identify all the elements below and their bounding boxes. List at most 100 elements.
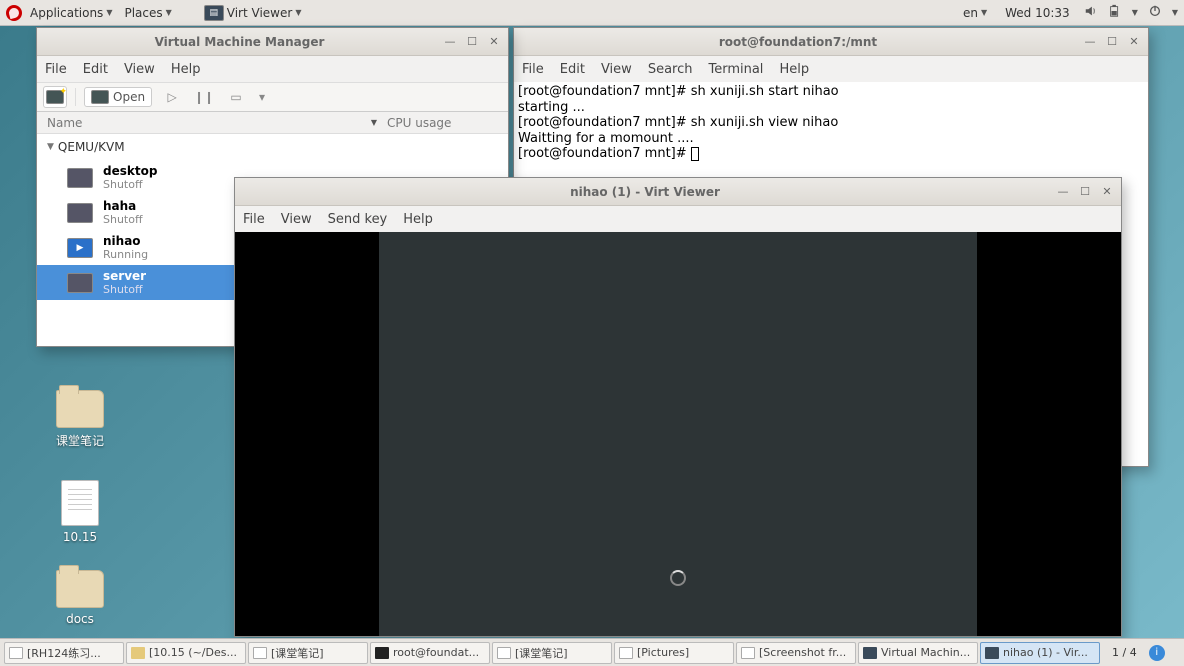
places-label: Places [124,6,162,20]
task-label: [Pictures] [637,646,689,659]
distro-icon [6,5,22,21]
pause-button[interactable]: ❙❙ [192,86,216,108]
menu-search[interactable]: Search [648,62,693,77]
viewer-menubar: File View Send key Help [235,206,1121,232]
menu-view[interactable]: View [601,62,632,77]
vm-name: haha [103,199,143,213]
task-label: [RH124练习... [27,645,101,661]
desktop-file-1015[interactable]: 10.15 [40,480,120,544]
terminal-line: [root@foundation7 mnt]# sh xuniji.sh sta… [518,84,839,99]
notification-icon[interactable]: i [1149,645,1165,661]
desktop-folder-docs[interactable]: docs [40,570,120,626]
sort-icon[interactable]: ▼ [371,118,377,127]
file-icon [61,480,99,526]
menu-edit[interactable]: Edit [560,62,585,77]
task-screenshot[interactable]: [Screenshot fr... [736,642,856,664]
task-terminal[interactable]: root@foundat... [370,642,490,664]
column-cpu[interactable]: CPU usage [387,116,498,130]
vm-icon [67,168,93,188]
connection-group[interactable]: ▼ QEMU/KVM [37,134,508,160]
minimize-button[interactable]: — [442,34,458,50]
connection-label: QEMU/KVM [58,140,125,154]
active-app-menu[interactable]: ▤ Virt Viewer ▼ [200,3,306,23]
task-virt-viewer[interactable]: nihao (1) - Vir... [980,642,1100,664]
vmm-icon [863,647,877,659]
chevron-down-icon[interactable]: ▼ [1132,8,1138,17]
new-vm-button[interactable] [43,86,67,108]
monitor-new-icon [46,90,64,104]
desktop-icon-label: 课堂笔记 [40,432,120,449]
menu-terminal[interactable]: Terminal [708,62,763,77]
task-rh124[interactable]: [RH124练习... [4,642,124,664]
desktop-folder-notes[interactable]: 课堂笔记 [40,390,120,449]
language-indicator[interactable]: en ▼ [959,4,991,22]
menu-view[interactable]: View [281,212,312,227]
minimize-button[interactable]: — [1082,34,1098,50]
places-menu[interactable]: Places ▼ [120,4,175,22]
virt-viewer-app-icon: ▤ [204,5,224,21]
vm-name: desktop [103,164,157,178]
vm-status: Shutoff [103,283,146,296]
minimize-button[interactable]: — [1055,184,1071,200]
vmm-column-headers: Name ▼ CPU usage [37,112,508,134]
doc-icon [619,647,633,659]
viewer-title: nihao (1) - Virt Viewer [241,185,1049,199]
workspace-indicator[interactable]: 1 / 4 [1106,646,1143,659]
task-pictures[interactable]: [Pictures] [614,642,734,664]
task-label: [Screenshot fr... [759,646,846,659]
vmm-titlebar[interactable]: Virtual Machine Manager — ☐ ✕ [37,28,508,56]
menu-edit[interactable]: Edit [83,62,108,77]
menu-help[interactable]: Help [171,62,201,77]
virt-viewer-icon [985,647,999,659]
terminal-line: starting ... [518,100,585,115]
menu-sendkey[interactable]: Send key [328,212,388,227]
menu-file[interactable]: File [45,62,67,77]
maximize-button[interactable]: ☐ [1104,34,1120,50]
run-button[interactable]: ▷ [160,86,184,108]
active-app-label: Virt Viewer [227,6,293,20]
vm-icon [67,203,93,223]
task-1015[interactable]: [10.15 (~/Des... [126,642,246,664]
close-button[interactable]: ✕ [1126,34,1142,50]
shutdown-menu-button[interactable]: ▾ [256,86,268,108]
chevron-down-icon: ▼ [106,8,112,17]
chevron-down-icon: ▼ [295,8,301,17]
task-label: [课堂笔记] [515,645,568,661]
menu-view[interactable]: View [124,62,155,77]
shutdown-button[interactable]: ▭ [224,86,248,108]
open-vm-button[interactable]: Open [84,87,152,107]
menu-help[interactable]: Help [403,212,433,227]
terminal-icon [375,647,389,659]
bottom-taskbar: [RH124练习... [10.15 (~/Des... [课堂笔记] root… [0,638,1184,666]
task-notes2[interactable]: [课堂笔记] [492,642,612,664]
applications-label: Applications [30,6,103,20]
task-label: root@foundat... [393,646,479,659]
menu-help[interactable]: Help [779,62,809,77]
viewer-display[interactable] [235,232,1121,636]
close-button[interactable]: ✕ [486,34,502,50]
chevron-down-icon[interactable]: ▼ [1172,8,1178,17]
vmm-title: Virtual Machine Manager [43,35,436,49]
terminal-titlebar[interactable]: root@foundation7:/mnt — ☐ ✕ [514,28,1148,56]
task-label: Virtual Machin... [881,646,970,659]
close-button[interactable]: ✕ [1099,184,1115,200]
menu-file[interactable]: File [522,62,544,77]
clock[interactable]: Wed 10:33 [1001,4,1074,22]
task-vmm[interactable]: Virtual Machin... [858,642,978,664]
volume-icon[interactable] [1084,4,1098,21]
clock-label: Wed 10:33 [1005,6,1070,20]
menu-file[interactable]: File [243,212,265,227]
maximize-button[interactable]: ☐ [1077,184,1093,200]
viewer-titlebar[interactable]: nihao (1) - Virt Viewer — ☐ ✕ [235,178,1121,206]
applications-menu[interactable]: Applications ▼ [26,4,116,22]
maximize-button[interactable]: ☐ [464,34,480,50]
vm-status: Shutoff [103,213,143,226]
task-notes1[interactable]: [课堂笔记] [248,642,368,664]
column-name[interactable]: Name [47,116,82,130]
top-panel: Applications ▼ Places ▼ ▤ Virt Viewer ▼ … [0,0,1184,26]
power-icon[interactable] [1148,4,1162,21]
expand-icon: ▼ [47,142,54,152]
folder-icon [56,570,104,608]
doc-icon [9,647,23,659]
battery-icon[interactable] [1108,4,1122,21]
